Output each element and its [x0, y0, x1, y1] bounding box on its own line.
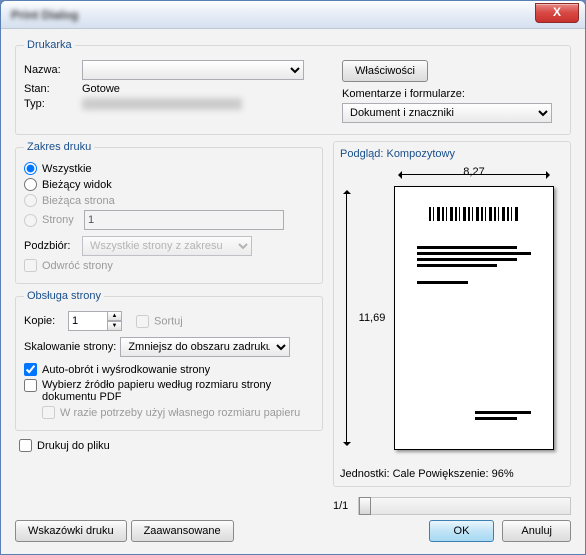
advanced-button[interactable]: Zaawansowane [131, 520, 234, 542]
copies-spinner[interactable]: ▲▼ [68, 311, 122, 331]
range-group: Zakres druku Wszystkie Bieżący widok Bie… [15, 141, 323, 284]
page-preview [394, 186, 554, 450]
sort-label: Sortuj [154, 315, 183, 327]
printer-group: Drukarka Nazwa: Stan: Gotowe Typ: [15, 39, 571, 135]
preview-group: Podgląd: Kompozytowy 8,27 11,69 [333, 141, 571, 487]
comments-label: Komentarze i formularze: [342, 88, 465, 100]
papersrc-label: Wybierz źródło papieru według rozmiaru s… [42, 379, 292, 403]
height-dim: 11,69 [354, 186, 390, 450]
titlebar: Print Dialog X [1, 1, 585, 29]
autorotate-check[interactable] [24, 363, 37, 376]
papersrc-check[interactable] [24, 379, 37, 392]
ok-button[interactable]: OK [429, 520, 495, 542]
tofile-check[interactable] [19, 439, 32, 452]
range-view-radio[interactable] [24, 178, 37, 191]
spin-down[interactable]: ▼ [107, 321, 122, 331]
slider-thumb[interactable] [359, 497, 371, 515]
cancel-button[interactable]: Anuluj [502, 520, 571, 542]
close-button[interactable]: X [535, 3, 579, 23]
print-dialog: Print Dialog X Drukarka Nazwa: Stan: Got… [0, 0, 586, 555]
name-label: Nazwa: [24, 64, 82, 76]
width-arrow [394, 168, 554, 182]
range-pages-radio [24, 214, 37, 227]
preview-title: Podgląd: Kompozytowy [340, 148, 564, 160]
range-page-radio [24, 194, 37, 207]
scale-label: Skalowanie strony: [24, 341, 116, 353]
range-all-radio[interactable] [24, 162, 37, 175]
units-label: Jednostki: Cale Powiększenie: 96% [340, 468, 564, 480]
height-arrow [340, 186, 354, 450]
copies-input[interactable] [68, 311, 108, 331]
footer: Wskazówki druku Zaawansowane OK Anuluj [15, 520, 571, 542]
customsize-check [42, 406, 55, 419]
reverse-label: Odwróć strony [42, 260, 113, 272]
range-view-label: Bieżący widok [42, 179, 112, 191]
reverse-check [24, 259, 37, 272]
range-all-label: Wszystkie [42, 163, 92, 175]
range-page-label: Bieżąca strona [42, 195, 115, 207]
properties-button[interactable]: Właściwości [342, 60, 428, 82]
dialog-body: Drukarka Nazwa: Stan: Gotowe Typ: [1, 29, 585, 554]
handling-legend: Obsługa strony [24, 290, 104, 302]
page-indicator: 1/1 [333, 500, 348, 512]
tofile-label: Drukuj do pliku [37, 440, 110, 452]
autorotate-label: Auto-obrót i wyśrodkowanie strony [42, 364, 210, 376]
barcode-icon [429, 207, 519, 221]
preview-box: 8,27 11,69 [340, 164, 564, 464]
window-title: Print Dialog [11, 8, 78, 22]
subset-select: Wszystkie strony z zakresu [82, 236, 252, 256]
printer-name-select[interactable] [82, 60, 304, 80]
customsize-label: W razie potrzeby użyj własnego rozmiaru … [60, 407, 300, 419]
tips-button[interactable]: Wskazówki druku [15, 520, 127, 542]
copies-label: Kopie: [24, 315, 68, 327]
scale-select[interactable]: Zmniejsz do obszaru zadruku [120, 337, 290, 357]
state-value: Gotowe [82, 83, 120, 95]
pages-input [84, 210, 284, 230]
range-pages-label: Strony [42, 214, 84, 226]
subset-label: Podzbiór: [24, 240, 82, 252]
comments-select[interactable]: Dokument i znaczniki [342, 103, 552, 123]
printer-legend: Drukarka [24, 39, 75, 51]
spin-up[interactable]: ▲ [107, 311, 122, 321]
type-label: Typ: [24, 98, 82, 110]
state-label: Stan: [24, 83, 82, 95]
sort-check [136, 315, 149, 328]
type-value [82, 98, 242, 110]
page-slider[interactable] [358, 497, 571, 515]
range-legend: Zakres druku [24, 141, 94, 153]
handling-group: Obsługa strony Kopie: ▲▼ Sortuj Skalowan… [15, 290, 323, 431]
